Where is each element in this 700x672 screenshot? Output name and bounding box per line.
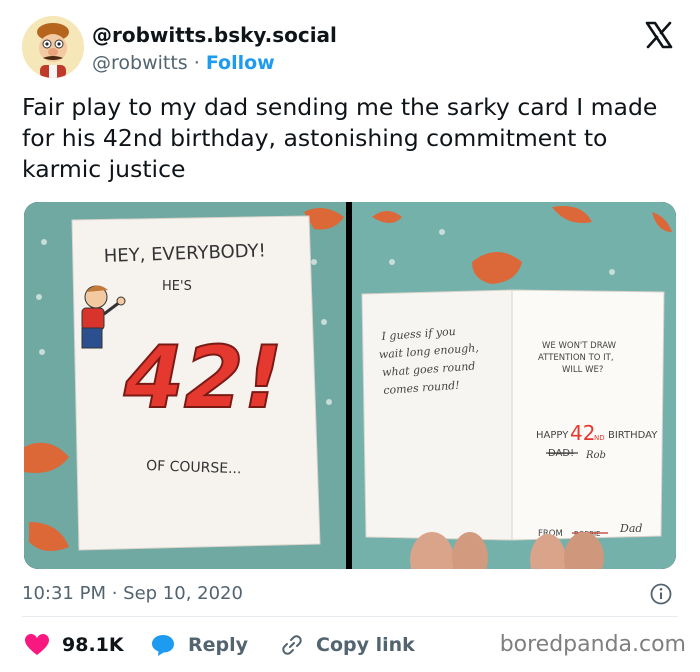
card-inside-replacement-name: Rob — [585, 450, 606, 461]
watermark: boredpanda.com — [499, 632, 686, 657]
divider — [22, 616, 678, 617]
handle-separator: · — [187, 52, 206, 74]
card-inside-happy-suffix: ND — [594, 434, 605, 442]
card-inside-right-line2: ATTENTION TO IT, — [538, 353, 614, 363]
card-inside-image: I guess if you wait long enough, what go… — [352, 202, 676, 569]
like-count: 98.1K — [62, 634, 124, 656]
photo-card-inside[interactable]: I guess if you wait long enough, what go… — [352, 202, 676, 569]
author-names: @robwitts.bsky.social @robwitts · Follow — [92, 22, 337, 76]
reply-button[interactable]: Reply — [150, 630, 248, 660]
avatar[interactable] — [22, 16, 84, 78]
tweet-date: Sep 10, 2020 — [123, 583, 243, 604]
copy-link-button[interactable]: Copy link — [280, 630, 415, 660]
follow-button[interactable]: Follow — [206, 52, 275, 74]
link-icon — [282, 635, 302, 655]
heart-icon — [25, 634, 49, 655]
tweet-timestamp[interactable]: 10:31 PM · Sep 10, 2020 — [22, 582, 243, 606]
card-inside-right-line3: WILL WE? — [562, 365, 603, 375]
card-front-image: HEY, EVERYBODY! HE'S 42! OF COURSE... — [24, 202, 346, 569]
card-inside-right-line1: WE WON'T DRAW — [542, 341, 617, 351]
cartoon-avatar-icon — [22, 16, 84, 78]
tweet-text: Fair play to my dad sending me the sarky… — [22, 93, 658, 183]
timestamp-separator: · — [105, 583, 124, 604]
display-name[interactable]: @robwitts.bsky.social — [92, 22, 337, 48]
handle-line: @robwitts · Follow — [92, 50, 337, 76]
card-inside-happy-birthday: BIRTHDAY — [608, 430, 658, 441]
reply-label: Reply — [188, 634, 249, 656]
reply-bubble-icon — [152, 635, 174, 656]
tweet-header: @robwitts.bsky.social @robwitts · Follow — [22, 14, 678, 78]
info-icon[interactable] — [650, 583, 672, 605]
handle[interactable]: @robwitts — [92, 52, 188, 74]
copy-link-label: Copy link — [316, 634, 415, 656]
card-front-line2: HE'S — [162, 279, 192, 294]
tweet-time: 10:31 PM — [22, 583, 106, 604]
like-button[interactable]: 98.1K — [24, 630, 124, 660]
card-front-line3: OF COURSE... — [146, 458, 242, 477]
card-inside-happy-number: 42 — [570, 421, 595, 445]
card-inside-happy-prefix: HAPPY — [536, 430, 569, 441]
photo-card-front[interactable]: HEY, EVERYBODY! HE'S 42! OF COURSE... — [24, 202, 346, 569]
tweet-media[interactable]: HEY, EVERYBODY! HE'S 42! OF COURSE... I … — [24, 202, 676, 569]
x-logo-icon[interactable] — [644, 20, 674, 50]
card-inside-replacement-from: Dad — [619, 522, 642, 535]
card-front-number: 42! — [123, 328, 283, 428]
